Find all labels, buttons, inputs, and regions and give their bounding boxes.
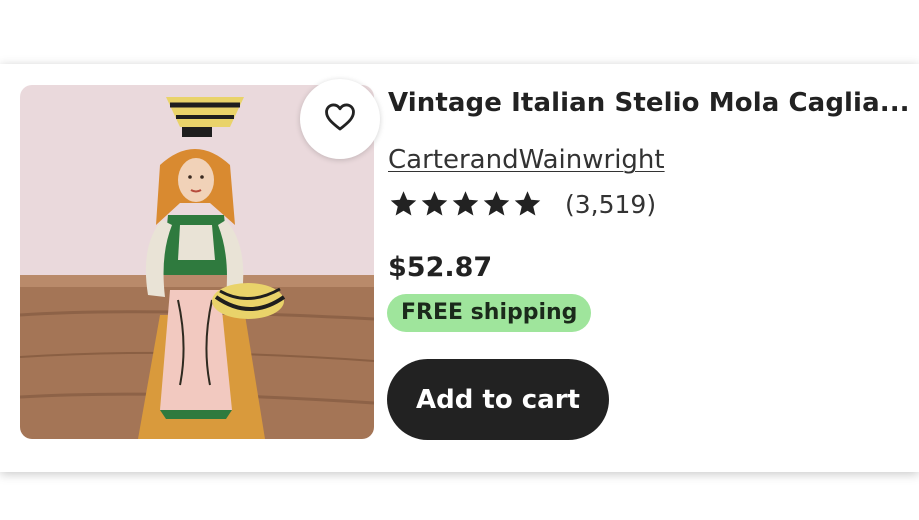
favorite-button[interactable]: [300, 79, 380, 159]
star-filled-icon: [512, 189, 543, 219]
star-filled-icon: [481, 189, 512, 219]
star-filled-icon: [388, 189, 419, 219]
shop-name-link[interactable]: CarterandWainwright: [388, 145, 665, 175]
rating-row: (3,519): [388, 187, 656, 221]
review-count[interactable]: (3,519): [565, 190, 656, 219]
free-shipping-badge: FREE shipping: [387, 294, 592, 332]
heart-outline-icon: [322, 100, 358, 138]
add-to-cart-button[interactable]: Add to cart: [387, 359, 609, 440]
star-rating: [388, 189, 543, 219]
star-filled-icon: [419, 189, 450, 219]
listing-title[interactable]: Vintage Italian Stelio Mola Caglia...: [388, 88, 908, 118]
price: $52.87: [388, 252, 493, 283]
listing-card[interactable]: Vintage Italian Stelio Mola Caglia... Ca…: [0, 64, 919, 472]
star-filled-icon: [450, 189, 481, 219]
